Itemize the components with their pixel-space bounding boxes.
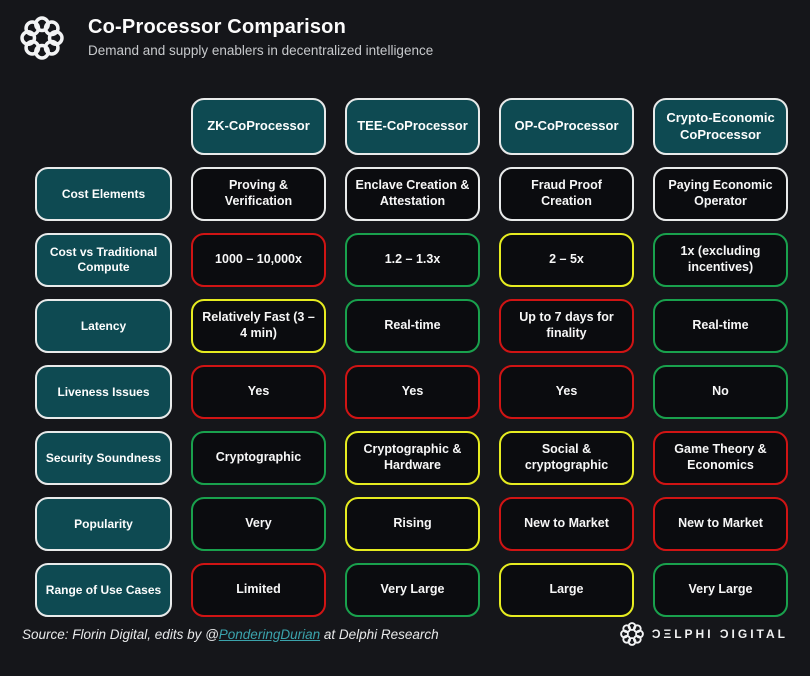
co-processor-comparison-infographic: Co-Processor Comparison Demand and suppl… [0, 0, 810, 676]
table-cell: Real-time [345, 299, 480, 353]
delphi-knot-logo-icon [20, 16, 64, 60]
table-cell: 1000 – 10,000x [191, 233, 326, 287]
table-cell: Limited [191, 563, 326, 617]
table-cell: Very Large [653, 563, 788, 617]
delphi-digital-brand: ƆΞLPHI ƆIGITAL [620, 622, 788, 646]
table-cell: Game Theory & Economics [653, 431, 788, 485]
column-header-zk: ZK-CoProcessor [191, 98, 326, 155]
table-cell: Relatively Fast (3 – 4 min) [191, 299, 326, 353]
row-label-range-of-use-cases: Range of Use Cases [35, 563, 172, 617]
row-label-security-soundness: Security Soundness [35, 431, 172, 485]
table-cell: Yes [499, 365, 634, 419]
table-cell: Real-time [653, 299, 788, 353]
table-cell: 2 – 5x [499, 233, 634, 287]
table-cell: New to Market [499, 497, 634, 551]
row-label-liveness-issues: Liveness Issues [35, 365, 172, 419]
table-cell: Large [499, 563, 634, 617]
page-subtitle: Demand and supply enablers in decentrali… [88, 43, 433, 58]
table-cell: Cryptographic [191, 431, 326, 485]
table-cell: Very Large [345, 563, 480, 617]
table-cell: Cryptographic & Hardware [345, 431, 480, 485]
row-label-cost-vs-traditional-compute: Cost vs Traditional Compute [35, 233, 172, 287]
source-text-suffix: at Delphi Research [320, 627, 439, 642]
table-cell: Up to 7 days for finality [499, 299, 634, 353]
row-label-cost-elements: Cost Elements [35, 167, 172, 221]
header: Co-Processor Comparison Demand and suppl… [0, 0, 810, 84]
pondering-durian-link[interactable]: PonderingDurian [219, 627, 320, 642]
table-cell: Social & cryptographic [499, 431, 634, 485]
table-cell: Yes [191, 365, 326, 419]
table-cell: Very [191, 497, 326, 551]
row-label-popularity: Popularity [35, 497, 172, 551]
row-label-latency: Latency [35, 299, 172, 353]
page-title: Co-Processor Comparison [88, 16, 433, 39]
title-block: Co-Processor Comparison Demand and suppl… [88, 14, 433, 58]
table-cell: Yes [345, 365, 480, 419]
table-cell: Enclave Creation & Attestation [345, 167, 480, 221]
comparison-table: ZK-CoProcessor TEE-CoProcessor OP-CoProc… [35, 98, 788, 617]
table-cell: Proving & Verification [191, 167, 326, 221]
delphi-knot-logo-icon [620, 622, 644, 646]
table-cell: 1.2 – 1.3x [345, 233, 480, 287]
footer: Source: Florin Digital, edits by @Ponder… [22, 622, 788, 646]
column-header-tee: TEE-CoProcessor [345, 98, 480, 155]
table-cell: 1x (excluding incentives) [653, 233, 788, 287]
table-cell: New to Market [653, 497, 788, 551]
table-cell: Rising [345, 497, 480, 551]
column-header-crypto-economic: Crypto-Economic CoProcessor [653, 98, 788, 155]
source-text-prefix: Source: Florin Digital, edits by @ [22, 627, 219, 642]
table-cell: No [653, 365, 788, 419]
brand-wordmark: ƆΞLPHI ƆIGITAL [652, 627, 788, 641]
table-cell: Fraud Proof Creation [499, 167, 634, 221]
source-note: Source: Florin Digital, edits by @Ponder… [22, 627, 439, 642]
table-cell: Paying Economic Operator [653, 167, 788, 221]
column-header-op: OP-CoProcessor [499, 98, 634, 155]
